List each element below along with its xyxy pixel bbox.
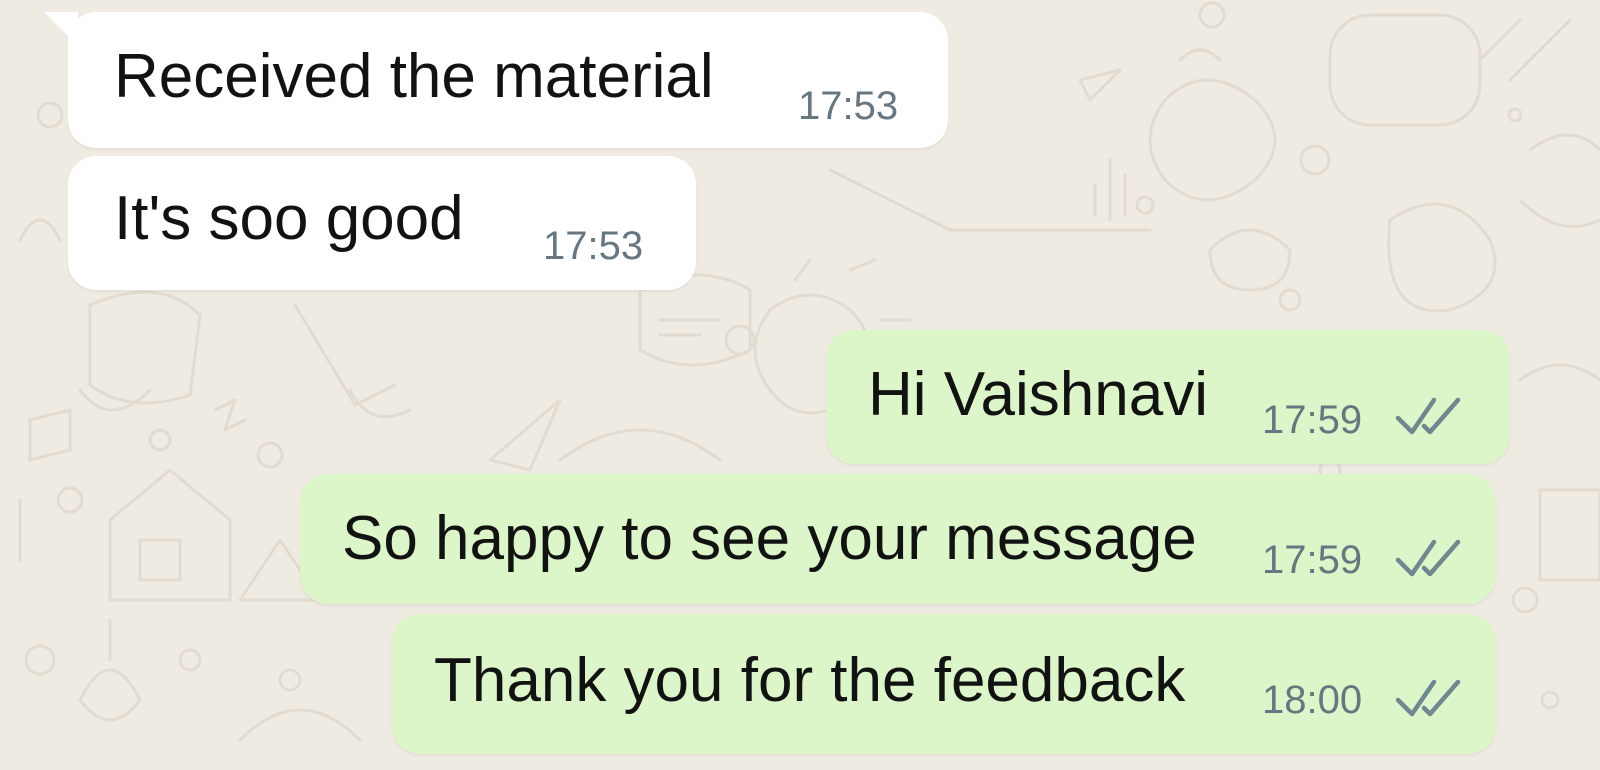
message-timestamp: 17:59 <box>1262 538 1363 582</box>
double-check-icon <box>1395 679 1461 717</box>
message-timestamp: 18:00 <box>1262 678 1363 722</box>
message-text: So happy to see your message <box>342 504 1197 573</box>
message-timestamp: 17:59 <box>1262 398 1363 442</box>
message-text: Hi Vaishnavi <box>868 360 1209 429</box>
message-timestamp: 17:53 <box>798 84 899 128</box>
bubble-tail <box>44 12 78 46</box>
double-check-icon <box>1395 539 1461 577</box>
message-text: Received the material <box>114 42 714 111</box>
message-text: It's soo good <box>114 184 464 253</box>
message-text: Thank you for the feedback <box>434 646 1186 715</box>
message-timestamp: 17:53 <box>543 224 644 268</box>
double-check-icon <box>1395 397 1461 435</box>
